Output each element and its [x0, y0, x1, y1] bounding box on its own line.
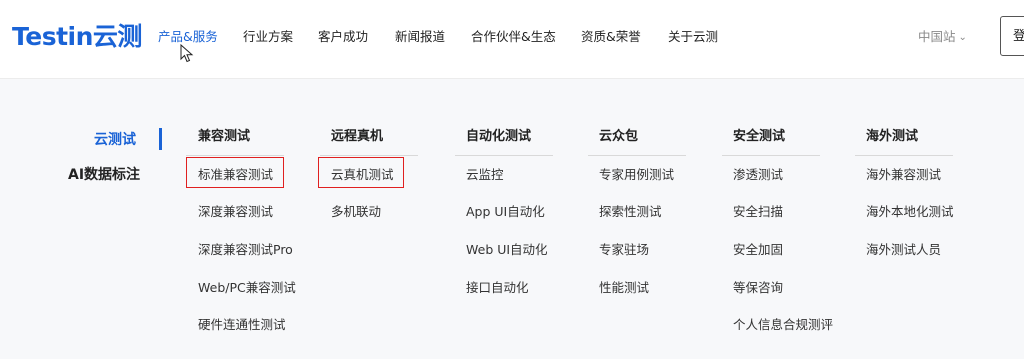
menu-item-overseas-localization[interactable]: 海外本地化测试 — [866, 203, 954, 221]
highlight-box — [318, 157, 404, 188]
nav-news[interactable]: 新闻报道 — [395, 28, 445, 46]
menu-item-privacy-compliance[interactable]: 个人信息合规测评 — [733, 316, 833, 334]
menu-item-multi-device[interactable]: 多机联动 — [331, 203, 381, 221]
active-category-indicator — [159, 128, 162, 150]
menu-item-expert-case-testing[interactable]: 专家用例测试 — [599, 166, 674, 184]
menu-item-penetration-testing[interactable]: 渗透测试 — [733, 166, 783, 184]
menu-item-web-pc-compat[interactable]: Web/PC兼容测试 — [198, 279, 296, 297]
menu-item-hardware-connectivity[interactable]: 硬件连通性测试 — [198, 316, 286, 334]
column-title-automation: 自动化测试 — [466, 129, 532, 144]
menu-item-app-ui-automation[interactable]: App UI自动化 — [466, 203, 545, 221]
nav-industry-solutions[interactable]: 行业方案 — [243, 28, 293, 46]
highlight-box — [186, 157, 284, 188]
products-dropdown-panel: 云测试 AI数据标注 兼容测试 标准兼容测试 深度兼容测试 深度兼容测试Pro … — [0, 79, 1024, 359]
menu-item-web-ui-automation[interactable]: Web UI自动化 — [466, 241, 548, 259]
login-button[interactable]: 登 — [1000, 16, 1024, 56]
category-ai-data-labeling[interactable]: AI数据标注 — [68, 165, 140, 185]
column-title-crowdsourcing: 云众包 — [599, 129, 639, 144]
menu-item-performance-testing[interactable]: 性能测试 — [599, 279, 649, 297]
testin-logo[interactable]: Testin云测 — [12, 22, 142, 52]
menu-item-api-automation[interactable]: 接口自动化 — [466, 279, 529, 297]
nav-customer-success[interactable]: 客户成功 — [318, 28, 368, 46]
nav-about[interactable]: 关于云测 — [668, 28, 718, 46]
column-divider — [186, 155, 284, 156]
region-label: 中国站 — [918, 29, 956, 44]
menu-item-cloud-monitoring[interactable]: 云监控 — [466, 166, 504, 184]
menu-item-overseas-testers[interactable]: 海外测试人员 — [866, 241, 941, 259]
column-divider — [588, 155, 686, 156]
nav-partners[interactable]: 合作伙伴&生态 — [471, 28, 556, 46]
menu-item-deep-compat[interactable]: 深度兼容测试 — [198, 203, 273, 221]
menu-item-overseas-compat[interactable]: 海外兼容测试 — [866, 166, 941, 184]
mouse-cursor-icon — [180, 44, 194, 63]
menu-item-security-scan[interactable]: 安全扫描 — [733, 203, 783, 221]
column-title-compatibility: 兼容测试 — [198, 129, 251, 144]
column-divider — [455, 155, 553, 156]
chevron-down-icon: ⌄ — [958, 32, 967, 43]
column-divider — [855, 155, 953, 156]
menu-item-deep-compat-pro[interactable]: 深度兼容测试Pro — [198, 241, 293, 259]
column-title-remote-device: 远程真机 — [331, 129, 384, 144]
column-title-security: 安全测试 — [733, 129, 786, 144]
column-divider — [722, 155, 820, 156]
menu-item-compliance-consulting[interactable]: 等保咨询 — [733, 279, 783, 297]
region-selector[interactable]: 中国站 ⌄ — [918, 28, 967, 47]
column-divider — [320, 155, 418, 156]
column-title-overseas: 海外测试 — [866, 129, 919, 144]
category-cloud-testing[interactable]: 云测试 — [94, 130, 136, 150]
menu-item-security-hardening[interactable]: 安全加固 — [733, 241, 783, 259]
top-navbar: Testin云测 产品&服务 行业方案 客户成功 新闻报道 合作伙伴&生态 资质… — [0, 0, 1024, 79]
menu-item-expert-onsite[interactable]: 专家驻场 — [599, 241, 649, 259]
menu-item-exploratory-testing[interactable]: 探索性测试 — [599, 203, 662, 221]
nav-qualifications[interactable]: 资质&荣誉 — [581, 28, 641, 46]
